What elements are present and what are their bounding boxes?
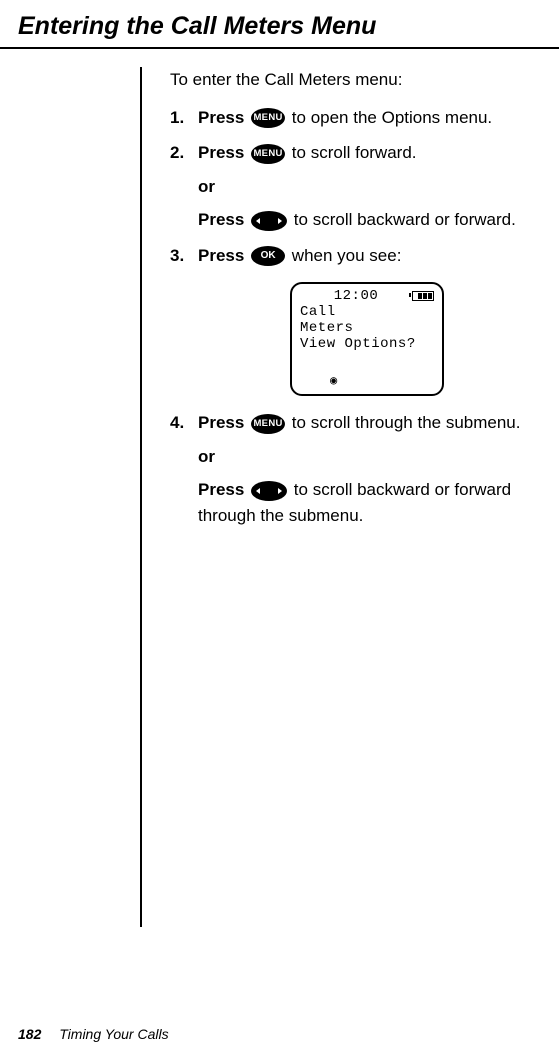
battery-icon [412,291,434,301]
ok-key-label: OK [251,246,285,266]
press-word: Press [198,210,244,229]
phone-screen: 12:00 Call Meters View Options? ◉ [290,282,444,396]
ok-key-icon: OK [251,246,285,266]
menu-key-label: MENU [251,108,285,128]
step-body: Press OK when you see: [198,243,559,269]
chapter-name: Timing Your Calls [59,1026,168,1042]
screen-line2: Meters [300,320,434,336]
intro-text: To enter the Call Meters menu: [170,67,559,93]
press-word: Press [198,480,244,499]
step-num: 2. [170,140,198,166]
step-tail: to scroll forward. [292,143,417,162]
screen-line1: Call [300,304,434,320]
menu-key-icon: MENU [251,414,285,434]
phone-screen-wrap: 12:00 Call Meters View Options? ◉ [290,282,559,396]
menu-key-icon: MENU [251,144,285,164]
step-num: 4. [170,410,198,436]
step-tail: to open the Options menu. [292,108,492,127]
screen-row: 12:00 Call Meters View Options? ◉ [170,282,559,396]
page-number: 182 [18,1026,41,1042]
or-label: or [198,444,559,470]
press-word: Press [198,413,244,432]
step-num: 1. [170,105,198,131]
screen-time: 12:00 [334,288,379,304]
arrow-key [251,211,287,231]
step-body: Press MENU to scroll through the submenu… [198,410,559,528]
status-bar: 12:00 [300,288,434,304]
step-body: Press MENU to open the Options menu. [198,105,559,131]
step-tail: to scroll through the submenu. [292,413,521,432]
step-3: 3. Press OK when you see: [170,243,559,269]
arrow-key-icon [251,211,287,231]
menu-key-icon: MENU [251,108,285,128]
step-num: 3. [170,243,198,269]
footer: 182 Timing Your Calls [18,1026,169,1042]
screen-line3: View Options? [300,336,434,352]
press-word: Press [198,143,244,162]
content: To enter the Call Meters menu: 1. Press … [140,67,559,927]
step-4: 4. Press MENU to scroll through the subm… [170,410,559,528]
step-1: 1. Press MENU to open the Options menu. [170,105,559,131]
step-tail: to scroll backward or forward through th… [198,480,511,525]
screen-dot-icon: ◉ [330,375,338,389]
press-word: Press [198,246,244,265]
page-title: Entering the Call Meters Menu [0,0,559,49]
step-tail: when you see: [292,246,402,265]
steps-list: 1. Press MENU to open the Options menu. … [170,105,559,529]
step-tail: to scroll backward or forward. [294,210,516,229]
press-word: Press [198,108,244,127]
or-label: or [198,174,559,200]
menu-key-label: MENU [251,144,285,164]
menu-key-label: MENU [251,414,285,434]
step-2: 2. Press MENU to scroll forward. or Pres… [170,140,559,233]
step-body: Press MENU to scroll forward. or Press t… [198,140,559,233]
arrow-key-icon [251,481,287,501]
arrow-key [251,481,287,501]
